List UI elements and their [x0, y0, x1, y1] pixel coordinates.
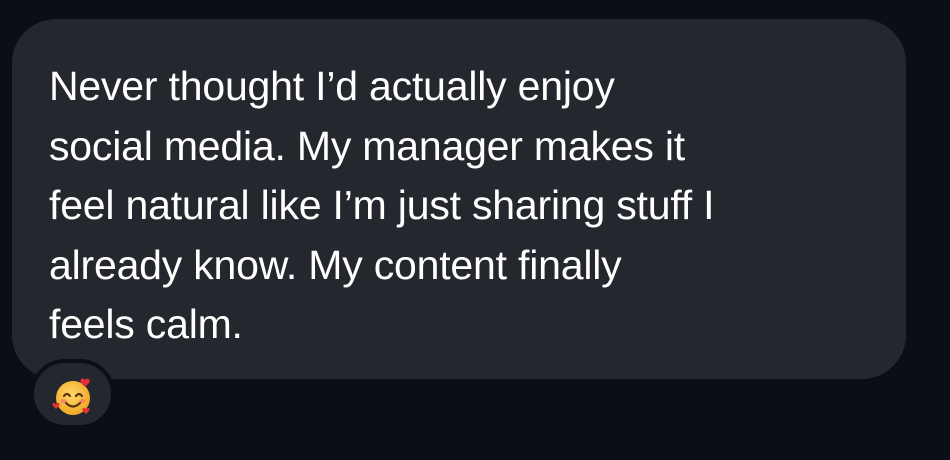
message-line: feel natural like I’m just sharing stuff…: [49, 182, 715, 228]
reaction-badge[interactable]: [30, 359, 115, 429]
message-line: Never thought I’d actually enjoy: [49, 63, 615, 109]
message-line: social media. My manager makes it: [49, 122, 685, 169]
smiling-face-with-hearts-icon: [52, 378, 90, 415]
message-bubble[interactable]: Never thought I’d actually enjoy social …: [12, 19, 906, 379]
message-text: Never thought I’d actually enjoy social …: [49, 57, 866, 355]
message-line: already know. My content finally: [49, 241, 622, 288]
message-line: feels calm.: [49, 301, 243, 347]
